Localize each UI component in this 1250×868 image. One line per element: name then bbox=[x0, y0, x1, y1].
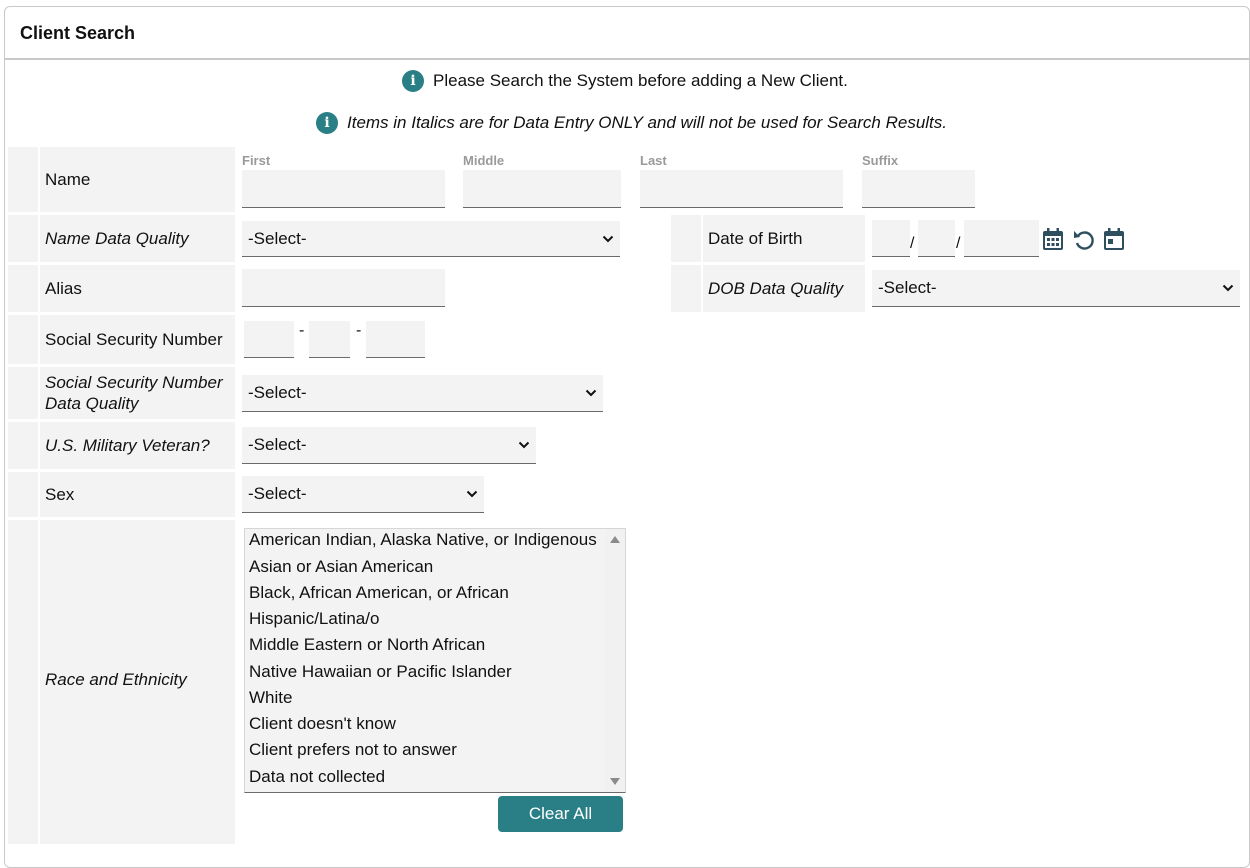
scroll-up-icon[interactable] bbox=[609, 535, 621, 544]
info-icon: i bbox=[316, 112, 338, 134]
race-option[interactable]: Native Hawaiian or Pacific Islander bbox=[249, 662, 512, 682]
row-marker bbox=[671, 215, 701, 262]
search-notice-text: Please Search the System before adding a… bbox=[433, 71, 848, 90]
dob-separator: / bbox=[910, 235, 915, 252]
race-option[interactable]: American Indian, Alaska Native, or Indig… bbox=[249, 530, 597, 550]
calendar-today-icon[interactable] bbox=[1103, 227, 1125, 251]
race-option[interactable]: Client prefers not to answer bbox=[249, 740, 457, 760]
scroll-down-icon[interactable] bbox=[609, 777, 621, 786]
panel-header: Client Search bbox=[5, 7, 1249, 60]
chevron-down-icon bbox=[466, 490, 478, 498]
row-marker bbox=[671, 265, 701, 312]
name-quality-value: -Select- bbox=[248, 228, 307, 248]
race-option[interactable]: Middle Eastern or North African bbox=[249, 635, 485, 655]
first-name-input[interactable] bbox=[242, 170, 445, 208]
calendar-icon[interactable] bbox=[1042, 227, 1064, 251]
veteran-label: U.S. Military Veteran? bbox=[45, 435, 210, 455]
chevron-down-icon bbox=[585, 389, 597, 397]
ssn-separator: - bbox=[299, 322, 305, 339]
veteran-select[interactable]: -Select- bbox=[242, 427, 536, 464]
ssn-part3-input[interactable] bbox=[366, 321, 425, 358]
panel-title: Client Search bbox=[20, 23, 136, 43]
race-option[interactable]: Hispanic/Latina/o bbox=[249, 609, 379, 629]
ssn-label: Social Security Number bbox=[45, 329, 223, 349]
last-name-sublabel: Last bbox=[640, 153, 667, 168]
dob-day-input[interactable] bbox=[918, 220, 955, 257]
info-icon: i bbox=[402, 70, 424, 92]
dob-year-input[interactable] bbox=[964, 220, 1039, 257]
dob-quality-select[interactable]: -Select- bbox=[872, 270, 1240, 307]
race-label: Race and Ethnicity bbox=[45, 670, 187, 689]
row-marker bbox=[8, 367, 38, 419]
search-notice: i Please Search the System before adding… bbox=[402, 70, 848, 92]
middle-name-sublabel: Middle bbox=[463, 153, 505, 168]
row-marker bbox=[8, 147, 38, 212]
dob-separator: / bbox=[956, 235, 961, 252]
veteran-value: -Select- bbox=[248, 435, 307, 454]
last-name-input[interactable] bbox=[640, 170, 843, 208]
middle-name-input[interactable] bbox=[463, 170, 621, 208]
dob-month-input[interactable] bbox=[872, 220, 910, 257]
chevron-down-icon bbox=[518, 441, 530, 449]
row-marker bbox=[8, 422, 38, 469]
sex-label: Sex bbox=[45, 484, 75, 504]
dob-quality-value: -Select- bbox=[878, 278, 937, 297]
italics-notice-text: Items in Italics are for Data Entry ONLY… bbox=[347, 113, 948, 132]
listbox-scrollbar[interactable] bbox=[605, 529, 625, 792]
alias-input[interactable] bbox=[242, 269, 445, 307]
race-ethnicity-listbox[interactable]: American Indian, Alaska Native, or Indig… bbox=[244, 528, 626, 793]
ssn-quality-value: -Select- bbox=[248, 383, 307, 402]
row-marker bbox=[8, 215, 38, 262]
sex-value: -Select- bbox=[248, 484, 307, 503]
name-quality-label: Name Data Quality bbox=[45, 228, 189, 248]
name-quality-select[interactable]: -Select- bbox=[242, 221, 620, 257]
clear-all-button[interactable]: Clear All bbox=[498, 796, 623, 832]
sex-select[interactable]: -Select- bbox=[242, 476, 484, 513]
ssn-quality-label: Social Security Number Data Quality bbox=[45, 373, 223, 413]
dob-quality-label: DOB Data Quality bbox=[708, 278, 844, 298]
first-name-sublabel: First bbox=[242, 153, 271, 168]
italics-notice: i Items in Italics are for Data Entry ON… bbox=[316, 112, 947, 134]
row-marker bbox=[8, 315, 38, 364]
chevron-down-icon bbox=[1222, 284, 1234, 292]
ssn-part1-input[interactable] bbox=[244, 321, 294, 358]
dob-label: Date of Birth bbox=[708, 228, 803, 248]
race-option[interactable]: Client doesn't know bbox=[249, 714, 396, 734]
suffix-sublabel: Suffix bbox=[862, 153, 899, 168]
name-label: Name bbox=[45, 169, 91, 189]
row-marker bbox=[8, 265, 38, 312]
chevron-down-icon bbox=[602, 235, 614, 242]
alias-label: Alias bbox=[45, 278, 82, 298]
row-marker bbox=[8, 472, 38, 517]
ssn-separator: - bbox=[356, 322, 362, 339]
ssn-part2-input[interactable] bbox=[309, 321, 350, 358]
race-option[interactable]: Asian or Asian American bbox=[249, 557, 433, 577]
refresh-icon[interactable] bbox=[1073, 228, 1095, 252]
race-option[interactable]: Black, African American, or African bbox=[249, 583, 509, 603]
suffix-input[interactable] bbox=[862, 170, 975, 208]
race-option[interactable]: Data not collected bbox=[249, 767, 385, 787]
row-marker bbox=[8, 520, 38, 844]
race-option[interactable]: White bbox=[249, 688, 292, 708]
ssn-quality-select[interactable]: -Select- bbox=[242, 375, 603, 412]
